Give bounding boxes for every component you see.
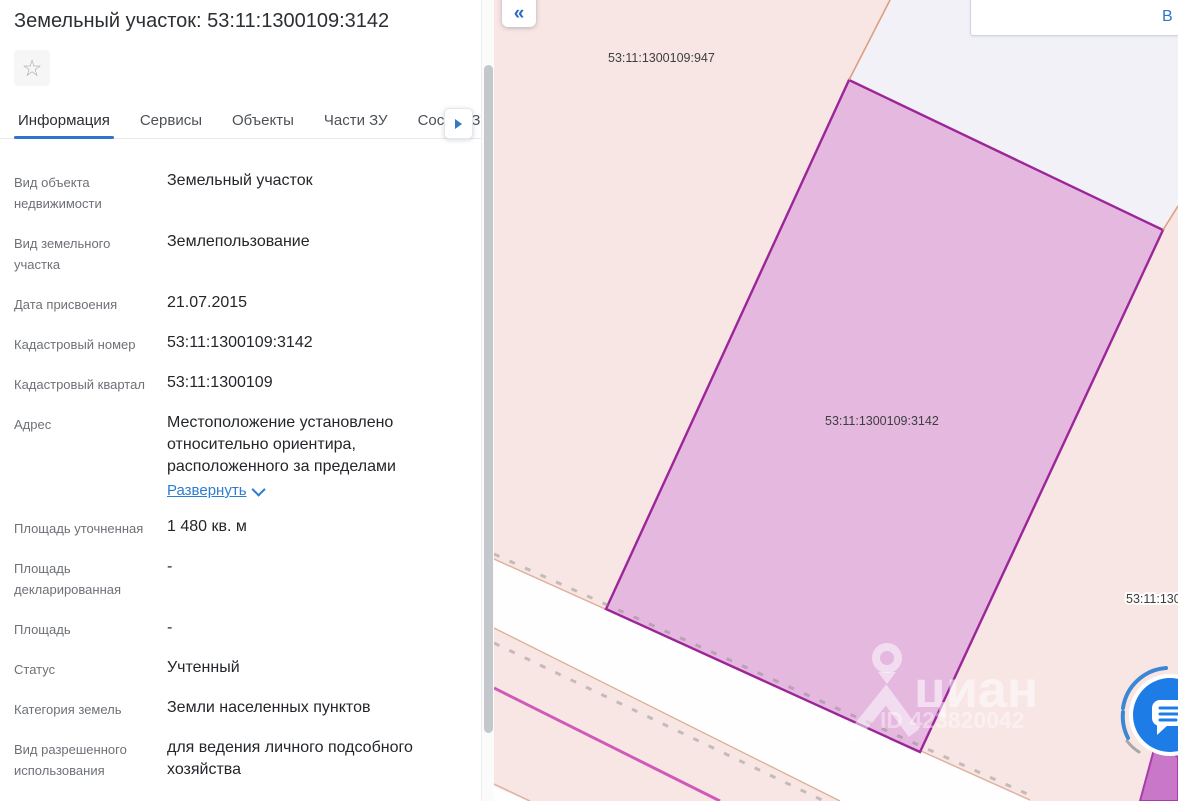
tabs-overflow-button[interactable] — [444, 108, 473, 139]
watermark-id: ID 423820042 — [880, 707, 1025, 733]
field-row: Вид разрешенного использования для ведени… — [14, 737, 469, 781]
map-search-box[interactable]: В — [970, 0, 1178, 36]
field-label: Статус — [14, 662, 56, 677]
field-row: Площадь декларированная - — [14, 556, 469, 600]
map-label-quarter: 53:11:1300109:947 — [608, 51, 715, 65]
field-value: 1 480 кв. м — [167, 518, 247, 535]
field-label: Категория земель — [14, 702, 122, 717]
field-label: Кадастровый квартал — [14, 377, 145, 392]
favorite-button[interactable]: ☆ — [14, 50, 50, 86]
star-icon: ☆ — [21, 54, 43, 81]
tab-3[interactable]: Части ЗУ — [324, 106, 388, 138]
field-row: Вид земельного участка Землепользование — [14, 231, 469, 275]
scrollbar-thumb[interactable] — [484, 65, 493, 733]
tab-1[interactable]: Сервисы — [140, 106, 202, 138]
field-list: Вид объекта недвижимости Земельный участо… — [14, 170, 469, 798]
field-row: Статус Учтенный — [14, 657, 469, 680]
app-root: Земельный участок: 53:11:1300109:3142 ☆ … — [0, 0, 1178, 801]
field-value: 53:11:1300109:3142 — [167, 334, 313, 351]
field-row: Вид объекта недвижимости Земельный участо… — [14, 170, 469, 214]
chevron-right-icon — [455, 118, 462, 129]
field-row: Кадастровый квартал 53:11:1300109 — [14, 372, 469, 395]
tab-2[interactable]: Объекты — [232, 106, 294, 138]
collapse-icon: « — [513, 3, 525, 24]
field-value: для ведения личного подсобного хозяйства — [167, 739, 413, 778]
field-value: - — [167, 619, 173, 636]
field-value: Землепользование — [167, 233, 310, 250]
field-label: Дата присвоения — [14, 297, 118, 312]
field-label: Площадь уточненная — [14, 521, 144, 536]
field-label: Адрес — [14, 417, 52, 432]
cadastral-map-canvas[interactable]: 53:11:1300109:947 53:11:1300109:3142 53:… — [494, 0, 1178, 801]
tab-information[interactable]: Информация — [14, 106, 114, 139]
search-box-partial-text: В — [1162, 8, 1173, 25]
collapse-panel-button[interactable]: « — [502, 0, 536, 27]
field-label: Кадастровый номер — [14, 337, 136, 352]
field-row: Кадастровый номер 53:11:1300109:3142 — [14, 332, 469, 355]
field-value: Учтенный — [167, 659, 240, 676]
field-row: Адрес Местоположение установлено относите… — [14, 412, 469, 499]
panel-scrollbar[interactable] — [481, 0, 494, 801]
field-label: Вид объекта недвижимости — [14, 175, 102, 211]
field-label: Вид земельного участка — [14, 236, 111, 272]
field-label: Площадь декларированная — [14, 561, 122, 597]
field-value: 53:11:1300109 — [167, 374, 273, 391]
info-panel: Земельный участок: 53:11:1300109:3142 ☆ … — [0, 0, 481, 801]
map-label-selected-parcel: 53:11:1300109:3142 — [825, 414, 939, 428]
map-area[interactable]: 53:11:1300109:947 53:11:1300109:3142 53:… — [494, 0, 1178, 801]
field-row: Площадь - — [14, 617, 469, 640]
field-value: Земельный участок — [167, 172, 313, 189]
map-label-clipped: 53:11:130 — [1126, 592, 1178, 606]
field-value: 21.07.2015 — [167, 294, 248, 311]
field-label: Вид разрешенного использования — [14, 742, 127, 778]
field-label: Площадь — [14, 622, 71, 637]
page-title: Земельный участок: 53:11:1300109:3142 — [14, 10, 390, 32]
chevron-down-icon — [251, 482, 266, 497]
field-row: Дата присвоения 21.07.2015 — [14, 292, 469, 315]
tab-bar: Информация Сервисы Объекты Части ЗУ Состав З… — [0, 106, 481, 139]
field-value: Земли населенных пунктов — [167, 699, 371, 716]
field-value: Местоположение установлено относительно … — [167, 414, 396, 475]
field-row: Площадь уточненная 1 480 кв. м — [14, 516, 469, 539]
field-row: Категория земель Земли населенных пунктов — [14, 697, 469, 720]
field-value: - — [167, 558, 173, 575]
expand-address-link[interactable]: Развернуть — [167, 482, 247, 499]
